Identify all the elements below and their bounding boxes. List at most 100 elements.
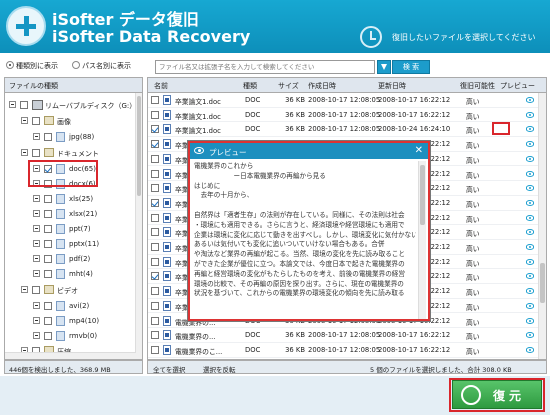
tree-checkbox[interactable] xyxy=(44,210,52,218)
expand-icon[interactable] xyxy=(21,286,28,293)
tree-checkbox[interactable] xyxy=(32,149,40,157)
tree-item[interactable]: pdf(2) xyxy=(5,252,137,266)
expand-icon[interactable] xyxy=(21,117,28,124)
row-checkbox[interactable] xyxy=(151,140,159,149)
invert-selection-link[interactable]: 選択を反転 xyxy=(203,364,236,374)
list-scrollbar[interactable] xyxy=(538,93,546,359)
view-by-type-label[interactable]: 種類別に表示 xyxy=(16,61,58,71)
tree-checkbox[interactable] xyxy=(44,332,52,340)
row-checkbox[interactable] xyxy=(151,257,159,266)
tree-item[interactable]: mp4(10) xyxy=(5,314,137,328)
row-checkbox[interactable] xyxy=(151,213,159,222)
expand-icon[interactable] xyxy=(33,317,40,324)
tree-checkbox[interactable] xyxy=(44,195,52,203)
filter-button[interactable] xyxy=(377,60,391,74)
expand-icon[interactable] xyxy=(33,240,40,247)
table-row[interactable]: 卒業論文1.doc DOC 36 KB2008-10-17 12:08:052008… xyxy=(148,122,540,138)
expand-icon[interactable] xyxy=(33,302,40,309)
tree-checkbox[interactable] xyxy=(32,117,40,125)
preview-eye-icon[interactable] xyxy=(526,126,534,133)
tree-checkbox[interactable] xyxy=(44,270,52,278)
row-checkbox[interactable] xyxy=(151,110,159,119)
table-row[interactable]: 卒業論文1.doc DOC 36 KB2008-10-17 12:08:052008… xyxy=(148,108,540,123)
tree-item[interactable]: 画像 xyxy=(5,114,137,128)
expand-icon[interactable] xyxy=(9,101,16,108)
tree-item[interactable]: pptx(11) xyxy=(5,237,137,251)
select-all-link[interactable]: 全てを選択 xyxy=(153,364,185,374)
row-checkbox[interactable] xyxy=(151,184,159,193)
search-button[interactable]: 検 索 xyxy=(392,60,430,74)
row-checkbox[interactable] xyxy=(151,301,159,310)
row-checkbox[interactable] xyxy=(151,125,159,134)
tree-checkbox[interactable] xyxy=(20,101,28,109)
row-checkbox[interactable] xyxy=(151,243,159,251)
table-row[interactable]: 卒業論文1.doc DOC 36 KB2008-10-17 12:08:052008… xyxy=(148,93,540,108)
preview-eye-icon[interactable] xyxy=(526,288,534,295)
row-checkbox[interactable] xyxy=(151,169,159,178)
tree-scroll-thumb[interactable] xyxy=(137,96,141,196)
expand-icon[interactable] xyxy=(33,270,40,277)
tree-item[interactable]: ビデオ xyxy=(5,283,137,297)
preview-eye-icon[interactable] xyxy=(526,111,534,118)
preview-scrollbar[interactable] xyxy=(418,161,426,319)
tree-checkbox[interactable] xyxy=(44,225,52,233)
col-preview[interactable]: プレビュー xyxy=(500,81,535,91)
row-checkbox[interactable] xyxy=(151,272,159,281)
preview-eye-icon[interactable] xyxy=(526,185,534,192)
table-row[interactable]: 電機業界の... DOC 36 KB2008-10-17 12:08:052008-… xyxy=(148,328,540,343)
preview-eye-icon[interactable] xyxy=(526,346,534,353)
preview-eye-icon[interactable] xyxy=(526,170,534,177)
tree-item[interactable]: ドキュメント xyxy=(5,146,137,160)
close-icon[interactable]: ✕ xyxy=(415,145,423,156)
tree-checkbox[interactable] xyxy=(44,240,52,248)
preview-eye-icon[interactable] xyxy=(526,97,534,103)
tree-item[interactable]: jpg(88) xyxy=(5,130,137,144)
expand-icon[interactable] xyxy=(33,210,40,217)
row-checkbox[interactable] xyxy=(151,316,159,325)
preview-eye-icon[interactable] xyxy=(526,273,534,280)
expand-icon[interactable] xyxy=(21,149,28,156)
tree-item[interactable]: xlsx(21) xyxy=(5,207,137,221)
tree-item[interactable]: mht(4) xyxy=(5,267,137,281)
col-created[interactable]: 作成日時 xyxy=(308,81,336,91)
preview-eye-icon[interactable] xyxy=(526,214,534,221)
tree-item[interactable]: リムーバブルディスク（G:） xyxy=(5,98,137,112)
preview-eye-icon[interactable] xyxy=(526,302,534,309)
view-by-path-label[interactable]: パス名別に表示 xyxy=(82,61,131,71)
preview-eye-icon[interactable] xyxy=(526,199,534,206)
preview-eye-icon[interactable] xyxy=(526,229,534,236)
preview-eye-icon[interactable] xyxy=(526,141,534,148)
tree-scrollbar[interactable] xyxy=(135,93,142,359)
col-modified[interactable]: 更新日時 xyxy=(378,81,406,91)
col-size[interactable]: サイズ xyxy=(278,81,299,91)
tree-checkbox[interactable] xyxy=(44,317,52,325)
table-row[interactable]: 電機業界のこ... DOC 36 KB 2008-10-17 12:08:05 2008… xyxy=(148,343,540,358)
tree-item[interactable]: avi(2) xyxy=(5,299,137,313)
col-type[interactable]: 種類 xyxy=(243,81,257,91)
list-scroll-thumb[interactable] xyxy=(540,263,545,303)
row-checkbox[interactable] xyxy=(151,154,159,163)
row-checkbox[interactable] xyxy=(151,228,159,237)
col-name[interactable]: 名前 xyxy=(154,81,168,91)
view-by-path-radio[interactable] xyxy=(72,61,80,69)
search-input[interactable]: ファイル名又は拡張子名を入力して検索してください xyxy=(155,60,375,74)
tree-item[interactable]: rmvb(0) xyxy=(5,329,137,343)
preview-eye-icon[interactable] xyxy=(526,244,534,250)
expand-icon[interactable] xyxy=(33,195,40,202)
expand-icon[interactable] xyxy=(33,332,40,339)
row-checkbox[interactable] xyxy=(151,287,159,296)
col-recoverability[interactable]: 復旧可能性 xyxy=(460,81,495,91)
row-checkbox[interactable] xyxy=(151,198,159,207)
tree-item[interactable]: xls(25) xyxy=(5,192,137,206)
row-checkbox[interactable] xyxy=(151,331,159,340)
tree-checkbox[interactable] xyxy=(44,133,52,141)
expand-icon[interactable] xyxy=(33,255,40,262)
expand-icon[interactable] xyxy=(33,133,40,140)
tree-checkbox[interactable] xyxy=(44,255,52,263)
row-checkbox[interactable] xyxy=(151,345,159,354)
tree-checkbox[interactable] xyxy=(32,286,40,294)
expand-icon[interactable] xyxy=(33,225,40,232)
tree-checkbox[interactable] xyxy=(44,302,52,310)
preview-eye-icon[interactable] xyxy=(526,332,534,339)
preview-eye-icon[interactable] xyxy=(526,317,534,324)
